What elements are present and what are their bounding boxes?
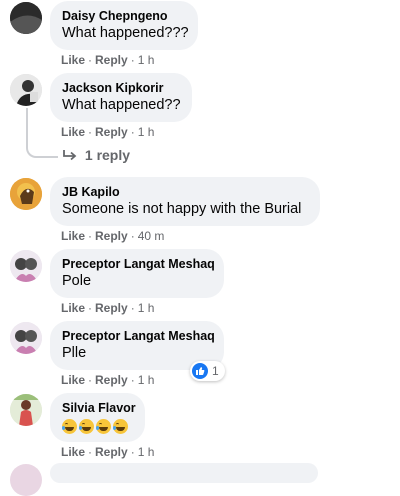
- like-link[interactable]: Like: [61, 125, 85, 139]
- avatar-image: [10, 322, 42, 354]
- avatar[interactable]: [10, 464, 42, 496]
- comment-bubble: [50, 463, 318, 483]
- comment-actions: Like · Reply · 1 h: [61, 373, 154, 387]
- comment-actions: Like · Reply · 1 h: [61, 53, 154, 67]
- comment-bubble: Silvia Flavor: [50, 393, 145, 442]
- comment-text: Pole: [62, 273, 92, 289]
- reply-link[interactable]: Reply: [95, 301, 128, 315]
- comment-emojis: [62, 416, 133, 434]
- laughing-tears-emoji-icon: [113, 418, 128, 434]
- reply-arrow-icon: [63, 150, 77, 161]
- comment-timestamp[interactable]: 1 h: [138, 301, 155, 315]
- comment-actions: Like · Reply · 1 h: [61, 301, 154, 315]
- comment-timestamp[interactable]: 1 h: [138, 53, 155, 67]
- separator: ·: [88, 125, 93, 139]
- thread-connector: [26, 142, 58, 158]
- avatar-image: [10, 394, 42, 426]
- comment-bubble: Jackson Kipkorir What happened??: [50, 73, 192, 122]
- comment-actions: Like · Reply · 1 h: [61, 445, 154, 459]
- avatar[interactable]: [10, 178, 42, 210]
- separator: ·: [130, 53, 135, 67]
- laughing-tears-emoji-icon: [79, 418, 94, 434]
- reaction-badge[interactable]: 1: [190, 361, 225, 381]
- like-link[interactable]: Like: [61, 301, 85, 315]
- separator: ·: [88, 229, 93, 243]
- comment-bubble: Daisy Chepngeno What happened???: [50, 1, 198, 50]
- reply-link[interactable]: Reply: [95, 373, 128, 387]
- reply-link[interactable]: Reply: [95, 125, 128, 139]
- comment-timestamp[interactable]: 40 m: [138, 229, 165, 243]
- like-link[interactable]: Like: [61, 373, 85, 387]
- comment-author[interactable]: JB Kapilo: [62, 184, 308, 200]
- separator: ·: [130, 229, 135, 243]
- avatar[interactable]: [10, 322, 42, 354]
- avatar-image: [10, 2, 42, 34]
- comment-timestamp[interactable]: 1 h: [138, 445, 155, 459]
- comment-bubble: Preceptor Langat Meshaq Pole: [50, 249, 224, 298]
- like-link[interactable]: Like: [61, 445, 85, 459]
- separator: ·: [130, 301, 135, 315]
- reply-link[interactable]: Reply: [95, 445, 128, 459]
- avatar-image: [10, 250, 42, 282]
- comment-actions: Like · Reply · 1 h: [61, 125, 154, 139]
- comment-text: Plle: [62, 345, 87, 361]
- comment-bubble: JB Kapilo Someone is not happy with the …: [50, 177, 320, 226]
- avatar[interactable]: [10, 74, 42, 106]
- avatar[interactable]: [10, 394, 42, 426]
- comment-author[interactable]: Jackson Kipkorir: [62, 80, 180, 96]
- comment-author[interactable]: Daisy Chepngeno: [62, 8, 186, 24]
- reply-link[interactable]: Reply: [95, 229, 128, 243]
- like-link[interactable]: Like: [61, 53, 85, 67]
- comment-text: What happened??: [62, 97, 181, 113]
- comment-actions: Like · Reply · 40 m: [61, 229, 164, 243]
- avatar-image: [10, 178, 42, 210]
- replies-count: 1 reply: [84, 147, 131, 163]
- comment-author[interactable]: Silvia Flavor: [62, 400, 136, 416]
- comment-author[interactable]: Preceptor Langat Meshaq: [62, 328, 215, 344]
- comment-author[interactable]: Preceptor Langat Meshaq: [62, 256, 215, 272]
- reply-link[interactable]: Reply: [95, 53, 128, 67]
- separator: ·: [130, 445, 135, 459]
- separator: ·: [130, 125, 135, 139]
- avatar[interactable]: [10, 250, 42, 282]
- comment-timestamp[interactable]: 1 h: [138, 373, 155, 387]
- laughing-tears-emoji-icon: [62, 418, 77, 434]
- comment-timestamp[interactable]: 1 h: [138, 125, 155, 139]
- avatar[interactable]: [10, 2, 42, 34]
- reaction-count: 1: [212, 364, 219, 378]
- laughing-tears-emoji-icon: [96, 418, 111, 434]
- separator: ·: [88, 373, 93, 387]
- separator: ·: [88, 53, 93, 67]
- separator: ·: [88, 301, 93, 315]
- comment-text: Someone is not happy with the Burial: [62, 201, 302, 217]
- avatar-image: [10, 74, 42, 106]
- view-replies-link[interactable]: 1 reply: [62, 147, 130, 163]
- comment-text: What happened???: [62, 25, 189, 41]
- like-link[interactable]: Like: [61, 229, 85, 243]
- separator: ·: [88, 445, 93, 459]
- separator: ·: [130, 373, 135, 387]
- thumbs-up-icon: [192, 363, 208, 379]
